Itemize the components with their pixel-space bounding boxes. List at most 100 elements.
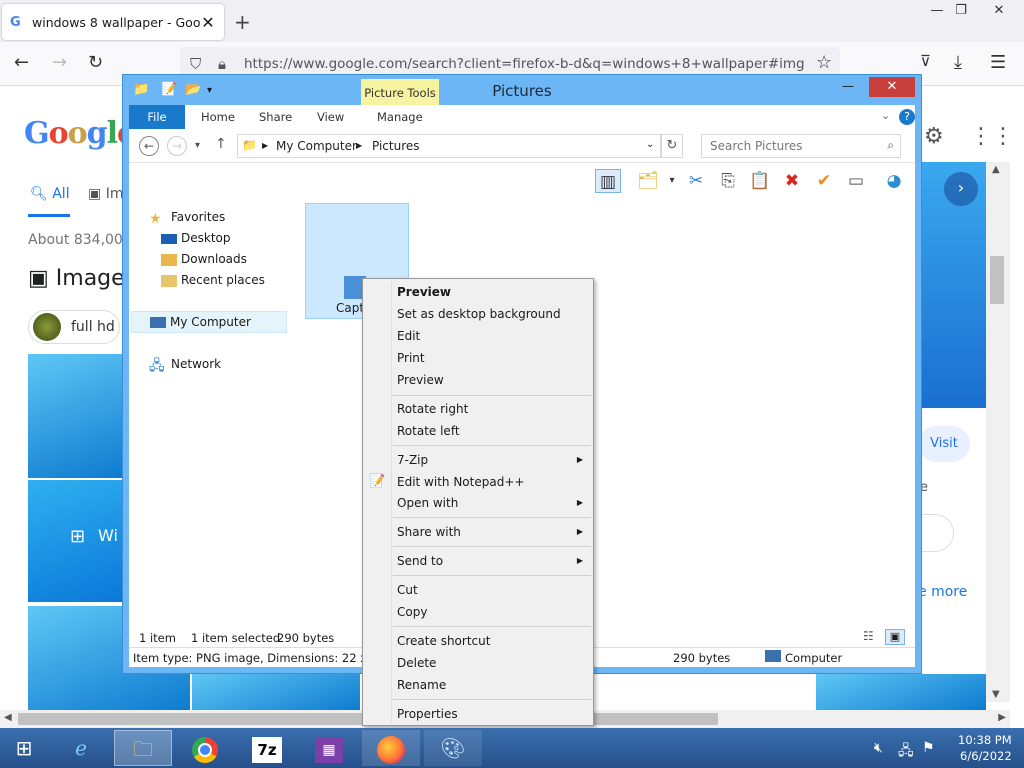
scroll-up-icon[interactable]: ▲ [992, 164, 1000, 175]
nav-network[interactable]: 🖧 Network [129, 354, 289, 375]
bookmark-star-icon[interactable]: ☆ [816, 52, 832, 73]
vertical-scrollbar[interactable]: ▲ ▼ [986, 162, 1010, 702]
menu-item-open-with[interactable]: Open with ▶ [363, 492, 593, 514]
menu-item-copy[interactable]: Copy [363, 601, 593, 623]
tab-view[interactable]: View [317, 105, 344, 129]
internet-explorer-icon[interactable]: ℯ [52, 730, 110, 766]
back-arrow-icon[interactable]: ← [139, 136, 159, 156]
paint-icon[interactable]: 🎨︎ [424, 730, 482, 766]
menu-item-share-with[interactable]: Share with ▶ [363, 521, 593, 543]
tab-manage[interactable]: Manage [377, 105, 423, 129]
address-bar[interactable]: 📁 ▶ My Computer ▶ Pictures ⌄ [237, 134, 661, 158]
close-window-icon[interactable]: ✕ [982, 0, 1016, 22]
up-arrow-icon[interactable]: ↑ [215, 136, 227, 152]
back-arrow-icon[interactable]: ← [14, 52, 29, 73]
network-status-icon[interactable]: 🖧 [898, 740, 914, 764]
help-icon[interactable]: ? [899, 109, 915, 125]
scroll-left-icon[interactable]: ◀ [4, 712, 12, 723]
menu-item-delete[interactable]: Delete [363, 652, 593, 674]
chevron-down-icon[interactable]: ⌄ [646, 139, 654, 150]
menu-item-preview-default[interactable]: Preview [363, 281, 593, 303]
lock-icon[interactable]: 🔒︎ [218, 55, 226, 73]
downloads-icon[interactable]: ⤓ [954, 52, 962, 73]
menu-item-rotate-right[interactable]: Rotate right [363, 398, 593, 420]
visit-button[interactable]: Visit [918, 426, 970, 462]
tab-home[interactable]: Home [201, 105, 235, 129]
chrome-icon[interactable] [176, 730, 234, 766]
reload-icon[interactable]: ↻ [88, 52, 103, 73]
menu-item-set-desktop-background[interactable]: Set as desktop background [363, 303, 593, 325]
nav-recent-places[interactable]: Recent places [129, 270, 289, 291]
menu-icon[interactable]: ☰ [990, 52, 1006, 73]
menu-item-rename[interactable]: Rename [363, 674, 593, 696]
large-icons-view-icon[interactable]: ▣ [885, 629, 905, 645]
expand-ribbon-icon[interactable]: ⌄ [881, 109, 890, 122]
file-explorer-icon[interactable]: 🗀 [114, 730, 172, 766]
nav-desktop[interactable]: Desktop [129, 228, 289, 249]
copy-icon[interactable]: ⎘ [715, 169, 741, 193]
explorer-title-bar[interactable]: 📁 📝 📂 ▾ Picture Tools Pictures — □ ✕ [123, 75, 921, 107]
refresh-icon[interactable]: ↻ [661, 134, 683, 158]
tab-all[interactable]: 🔍︎ All [30, 186, 70, 202]
wallpaper-thumbnail[interactable] [192, 674, 360, 710]
browser-tab[interactable]: G windows 8 wallpaper - Google S ✕ [2, 4, 224, 40]
volume-muted-icon[interactable]: 🔇︎ [874, 740, 883, 756]
gear-icon[interactable]: ⚙ [924, 124, 944, 149]
nav-downloads[interactable]: Downloads [129, 249, 289, 270]
scrollbar-thumb[interactable] [990, 256, 1004, 304]
tab-share[interactable]: Share [259, 105, 292, 129]
globe-icon[interactable]: ◕ [881, 169, 907, 193]
forward-arrow-icon[interactable]: → [167, 136, 187, 156]
close-icon[interactable]: ✕ [869, 77, 915, 97]
chevron-down-icon[interactable]: ▾ [659, 169, 685, 193]
menu-item-cut[interactable]: Cut [363, 579, 593, 601]
recent-locations-icon[interactable]: ▾ [195, 140, 200, 151]
save-button[interactable] [918, 514, 954, 552]
shield-icon[interactable]: ⛉ [190, 55, 201, 73]
clock-time[interactable]: 10:38 PM [958, 733, 1012, 747]
google-doodle-logo[interactable]: Google [24, 116, 136, 151]
menu-item-edit[interactable]: Edit [363, 325, 593, 347]
menu-item-create-shortcut[interactable]: Create shortcut [363, 630, 593, 652]
7-zip-icon[interactable]: 7z [238, 730, 296, 766]
action-center-flag-icon[interactable]: ⚑ [922, 740, 935, 756]
tab-file[interactable]: File [129, 105, 185, 129]
new-tab-icon[interactable]: + [234, 10, 251, 34]
scroll-right-icon[interactable]: ▶ [998, 712, 1006, 723]
folder-options-icon[interactable]: 🗂 [635, 169, 661, 193]
delete-icon[interactable]: ✖ [779, 169, 805, 193]
start-windows-icon[interactable]: ⊞ [0, 730, 48, 766]
nav-my-computer[interactable]: My Computer [131, 311, 287, 333]
wallpaper-thumbnail[interactable] [28, 354, 122, 478]
next-image-icon[interactable]: › [944, 172, 978, 206]
menu-item-send-to[interactable]: Send to ▶ [363, 550, 593, 572]
menu-item-rotate-left[interactable]: Rotate left [363, 420, 593, 442]
menu-item-properties[interactable]: Properties [363, 703, 593, 725]
breadcrumb-pictures[interactable]: Pictures [372, 139, 420, 153]
menu-item-edit-notepad-plus-plus[interactable]: 📝 Edit with Notepad++ [363, 471, 593, 493]
nav-favorites[interactable]: ★ Favorites [129, 207, 289, 228]
firefox-icon[interactable] [362, 730, 420, 766]
pocket-icon[interactable]: ⊽ [920, 52, 931, 70]
paste-icon[interactable]: 📋 [747, 169, 773, 193]
search-input[interactable]: Search Pictures ⌕ [701, 134, 901, 158]
forward-arrow-icon[interactable]: → [52, 52, 67, 73]
clock-date[interactable]: 6/6/2022 [960, 749, 1012, 763]
tab-images[interactable]: ▣ Im [88, 186, 123, 202]
url-text[interactable]: https://www.google.com/search?client=fir… [244, 56, 804, 72]
wallpaper-thumbnail[interactable] [816, 674, 986, 710]
minimize-icon[interactable]: — [835, 77, 861, 97]
visual-studio-icon[interactable]: ▦ [300, 730, 358, 766]
filter-chip[interactable]: full hd [28, 310, 120, 344]
see-more-link[interactable]: e more [918, 584, 967, 600]
menu-item-print[interactable]: Print [363, 347, 593, 369]
scroll-down-icon[interactable]: ▼ [992, 689, 1000, 700]
checkmark-icon[interactable]: ✔ [811, 169, 837, 193]
details-view-icon[interactable]: ☷ [863, 629, 874, 643]
menu-item-7zip[interactable]: 7-Zip ▶ [363, 449, 593, 471]
close-tab-icon[interactable]: ✕ [200, 13, 216, 32]
cut-icon[interactable]: ✂ [683, 169, 709, 193]
breadcrumb-my-computer[interactable]: My Computer [276, 139, 357, 153]
wallpaper-thumbnail[interactable]: ⊞ Wi [28, 480, 122, 602]
preview-pane-icon[interactable]: ▥ [595, 169, 621, 193]
